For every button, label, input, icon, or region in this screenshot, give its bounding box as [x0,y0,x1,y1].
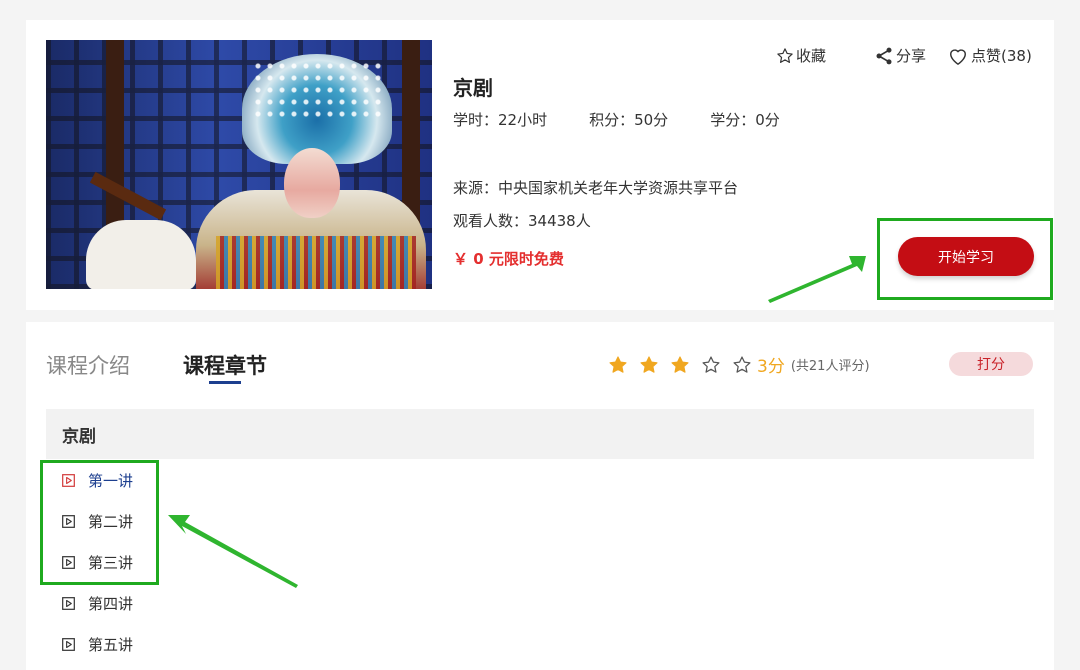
chapter-section-header[interactable]: 京剧 [46,409,1034,459]
share-icon [876,47,892,64]
rating-stars [608,355,763,375]
star-filled-icon[interactable] [670,355,690,375]
rating-count: (共21人评分) [790,359,870,374]
star-empty-icon[interactable] [701,355,721,375]
rate-button[interactable]: 打分 [949,352,1033,376]
rating-score: 3分 [757,357,785,377]
share-button[interactable]: 分享 [874,45,926,66]
play-icon [62,597,75,610]
tab-course-chapters[interactable]: 课程章节 [183,350,267,380]
favorite-button[interactable]: 收藏 [776,45,826,66]
course-rating: 3分 (共21人评分) [608,352,870,377]
like-label: 点赞(38) [971,47,1032,65]
course-source: 来源：中央国家机关老年大学资源共享平台 [453,179,739,197]
share-label: 分享 [896,47,927,65]
course-price: ￥ 0 元限时免费 [453,250,564,268]
star-filled-icon[interactable] [608,355,628,375]
lecture-item[interactable]: 第四讲 [62,593,133,614]
like-button[interactable]: 点赞(38) [947,45,1032,66]
lecture-label: 第四讲 [88,595,134,613]
lecture-item[interactable]: 第五讲 [62,634,133,655]
annotation-box-start [877,218,1053,300]
course-title: 京剧 [453,76,493,100]
play-icon [62,638,75,651]
course-cover-image [46,40,432,289]
lecture-label: 第五讲 [88,636,134,654]
favorite-label: 收藏 [796,47,827,65]
course-credits: 学分：0分 [710,111,780,129]
course-meta: 学时：22小时 积分：50分 学分：0分 [453,109,822,130]
chapter-section-title: 京剧 [62,426,96,447]
course-points: 积分：50分 [589,111,669,129]
heart-outline-icon [950,48,966,65]
active-tab-indicator [209,381,241,384]
star-filled-icon[interactable] [639,355,659,375]
annotation-box-lectures [40,460,159,585]
course-content-card: 课程介绍 课程章节 3分 (共21人评分) 打分 京剧 第一讲 第二讲 第三讲 第四讲… [26,322,1054,670]
viewer-count: 观看人数：34438人 [453,212,591,230]
tab-course-intro[interactable]: 课程介绍 [46,350,130,380]
star-empty-icon[interactable] [732,355,752,375]
course-hours: 学时：22小时 [453,111,548,129]
star-outline-icon [777,47,793,63]
